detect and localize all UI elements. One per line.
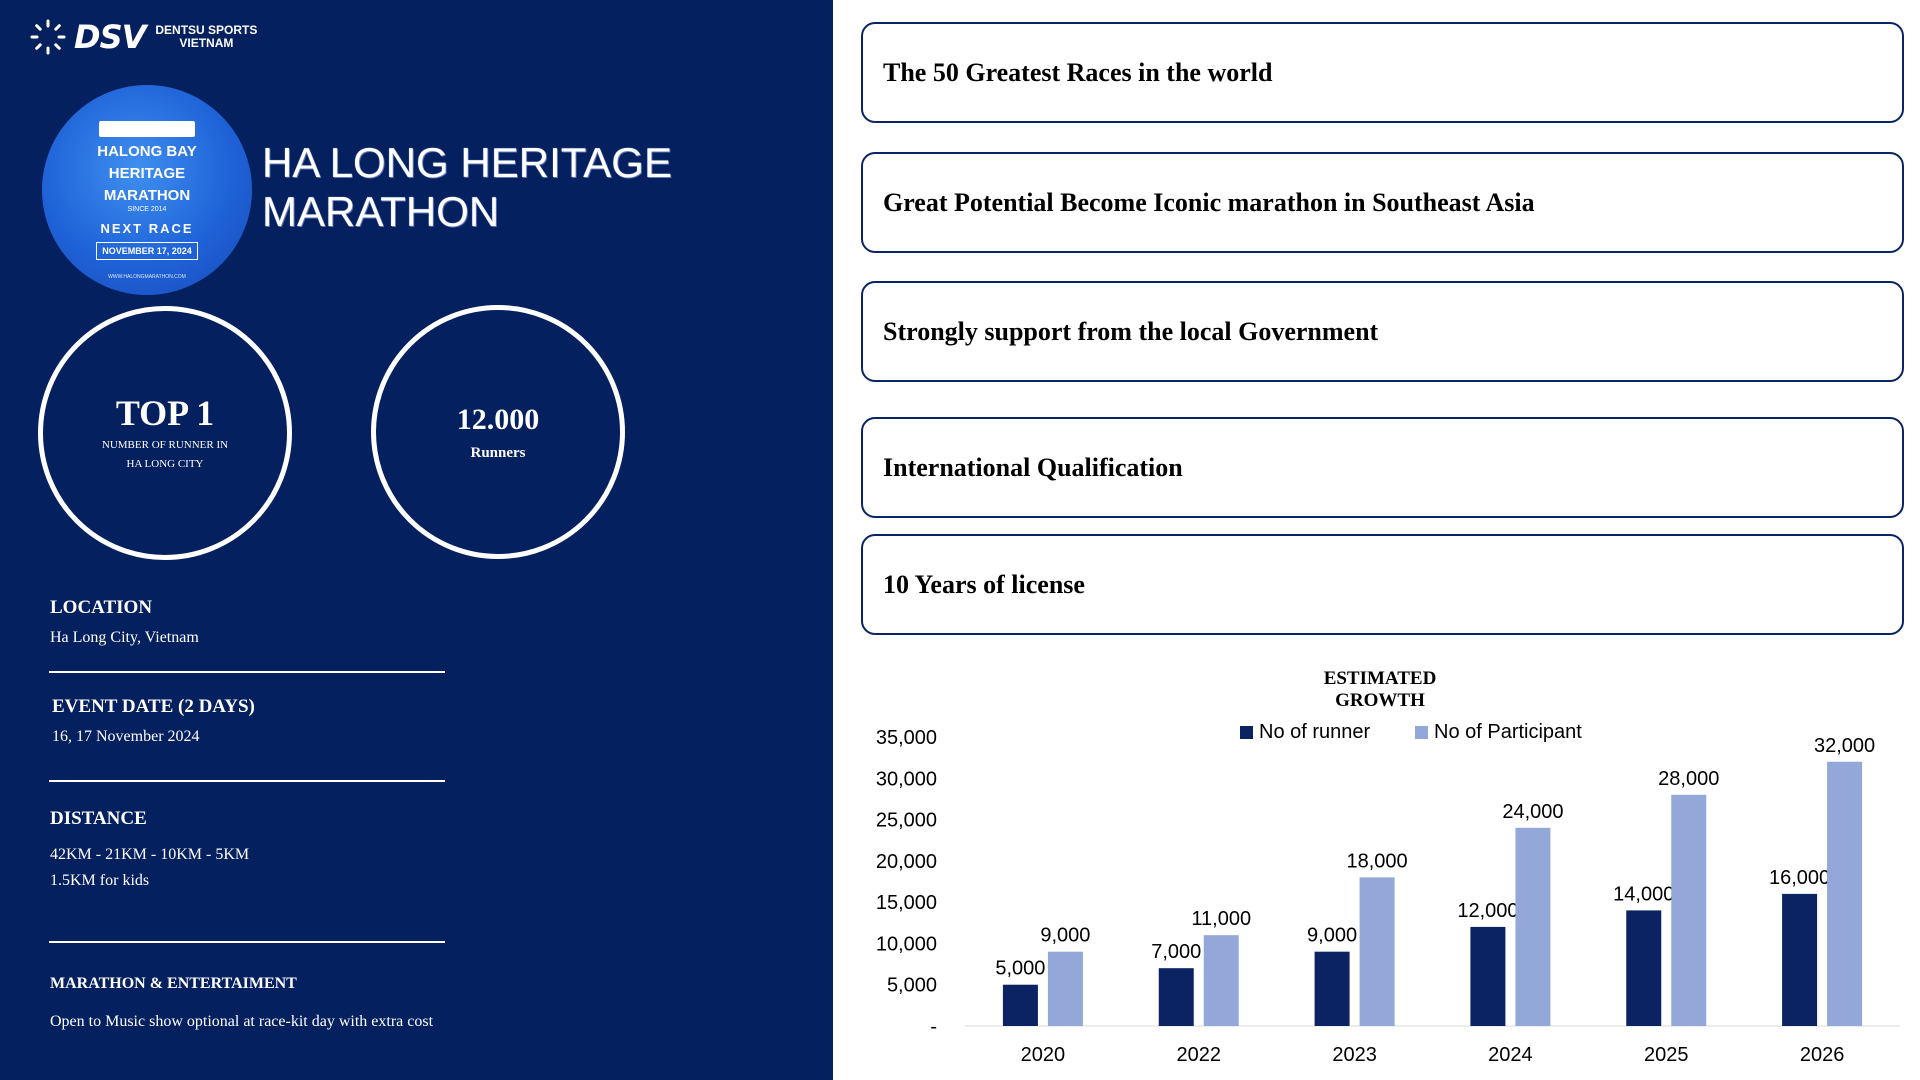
legend-swatch [1240, 726, 1253, 739]
stat-circle-rank: TOP 1 NUMBER OF RUNNER IN HA LONG CITY [38, 306, 292, 560]
y-tick-label: 30,000 [876, 768, 937, 790]
badge-line1: HALONG BAY [97, 143, 197, 160]
divider [49, 671, 445, 673]
x-tick-label: 2022 [1177, 1044, 1222, 1066]
stat-label: Runners [470, 444, 526, 461]
stat-value: 12.000 [456, 402, 540, 436]
data-label: 11,000 [1191, 908, 1251, 930]
bar [1626, 910, 1662, 1026]
info-text: 42KM - 21KM - 10KM - 5KM [50, 846, 250, 863]
info-text: 16, 17 November 2024 [52, 728, 200, 745]
bar [1470, 926, 1506, 1026]
stat-circle-runners: 12.000 Runners [371, 305, 625, 559]
highlight-box: Strongly support from the local Governme… [861, 281, 1904, 382]
x-tick-label: 2020 [1021, 1044, 1065, 1066]
badge-since: SINCE 2014 [127, 206, 167, 213]
badge-line2: HERITAGE [108, 165, 186, 182]
bar [1515, 827, 1551, 1026]
info-text-2: 1.5KM for kids [50, 872, 150, 889]
left-panel: DSV DENTSU SPORTS VIETNAM HALONG BAY HER… [0, 0, 833, 1080]
info-event-date: EVENT DATE (2 DAYS) 16, 17 November 2024 [52, 696, 255, 746]
dsv-logo: DSV DENTSU SPORTS VIETNAM [30, 18, 257, 56]
data-label: 9,000 [1307, 925, 1357, 947]
info-heading: MARATHON & ENTERTAIMENT [50, 975, 297, 992]
y-tick-label: 10,000 [876, 933, 937, 955]
y-tick-label: 25,000 [876, 810, 937, 832]
highlight-box: 10 Years of license [861, 534, 1904, 635]
data-label: 28,000 [1658, 768, 1719, 790]
data-label: 32,000 [1814, 735, 1875, 757]
info-entertainment: MARATHON & ENTERTAIMENT Open to Music sh… [50, 975, 433, 1031]
stat-label: NUMBER OF RUNNER IN HA LONG CITY [101, 439, 229, 470]
bar [1314, 951, 1350, 1026]
bar [1158, 968, 1194, 1026]
info-heading: LOCATION [50, 597, 153, 618]
stat-value: TOP 1 [115, 393, 215, 433]
badge-line3: MARATHON [103, 187, 191, 204]
bar [1782, 893, 1818, 1026]
legend-swatch [1415, 726, 1428, 739]
x-tick-label: 2023 [1332, 1044, 1377, 1066]
data-label: 9,000 [1040, 925, 1090, 947]
info-distance: DISTANCE 42KM - 21KM - 10KM - 5KM 1.5KM … [50, 808, 249, 890]
x-tick-label: 2025 [1644, 1044, 1689, 1066]
marathon-badge: HALONG BAY HERITAGE MARATHON SINCE 2014 … [42, 85, 252, 295]
y-tick-label: - [930, 1016, 937, 1038]
bar [1047, 951, 1083, 1026]
bar [1827, 761, 1863, 1026]
y-tick-label: 5,000 [887, 975, 937, 997]
info-heading: DISTANCE [50, 808, 147, 829]
highlight-box: The 50 Greatest Races in the world [861, 22, 1904, 123]
logo-wordmark: DSV [74, 18, 146, 56]
highlight-box: Great Potential Become Iconic marathon i… [861, 152, 1904, 253]
y-tick-label: 35,000 [876, 727, 937, 749]
bar [1359, 877, 1395, 1026]
legend-label: No of runner [1259, 721, 1371, 743]
y-tick-label: 20,000 [876, 851, 937, 873]
bar [1002, 984, 1038, 1026]
x-tick-label: 2024 [1488, 1044, 1533, 1066]
legend-label: No of Participant [1434, 721, 1582, 743]
badge-url: WWW.HALONGMARATHON.COM [108, 274, 186, 280]
x-tick-label: 2026 [1800, 1044, 1845, 1066]
data-label: 12,000 [1457, 900, 1518, 922]
data-label: 5,000 [995, 958, 1045, 980]
growth-bar-chart: - 5,000 10,000 15,000 20,000 25,000 30,000 35,0… [876, 721, 1900, 1066]
divider [49, 941, 445, 943]
bar [1671, 794, 1707, 1026]
divider [49, 780, 445, 782]
logo-subtitle: DENTSU SPORTS VIETNAM [155, 24, 257, 50]
data-label: 18,000 [1346, 850, 1407, 872]
info-text: Open to Music show optional at race-kit … [50, 1013, 434, 1030]
sponsor-logos-strip [99, 121, 195, 137]
page-title: HA LONG HERITAGE MARATHON [262, 139, 672, 235]
logo-sub-line2: VIETNAM [179, 36, 234, 50]
info-text: Ha Long City, Vietnam [50, 629, 199, 646]
info-heading: EVENT DATE (2 DAYS) [52, 696, 255, 717]
data-label: 24,000 [1502, 801, 1563, 823]
data-label: 7,000 [1151, 941, 1201, 963]
data-label: 16,000 [1769, 867, 1830, 889]
sun-burst-icon [30, 19, 66, 55]
data-label: 14,000 [1613, 883, 1674, 905]
badge-next-race: NEXT RACE [100, 221, 194, 236]
y-tick-label: 15,000 [876, 892, 937, 914]
info-location: LOCATION Ha Long City, Vietnam [50, 597, 199, 647]
bar [1203, 935, 1239, 1026]
highlight-box: International Qualification [861, 417, 1904, 518]
badge-date: NOVEMBER 17, 2024 [96, 242, 198, 260]
